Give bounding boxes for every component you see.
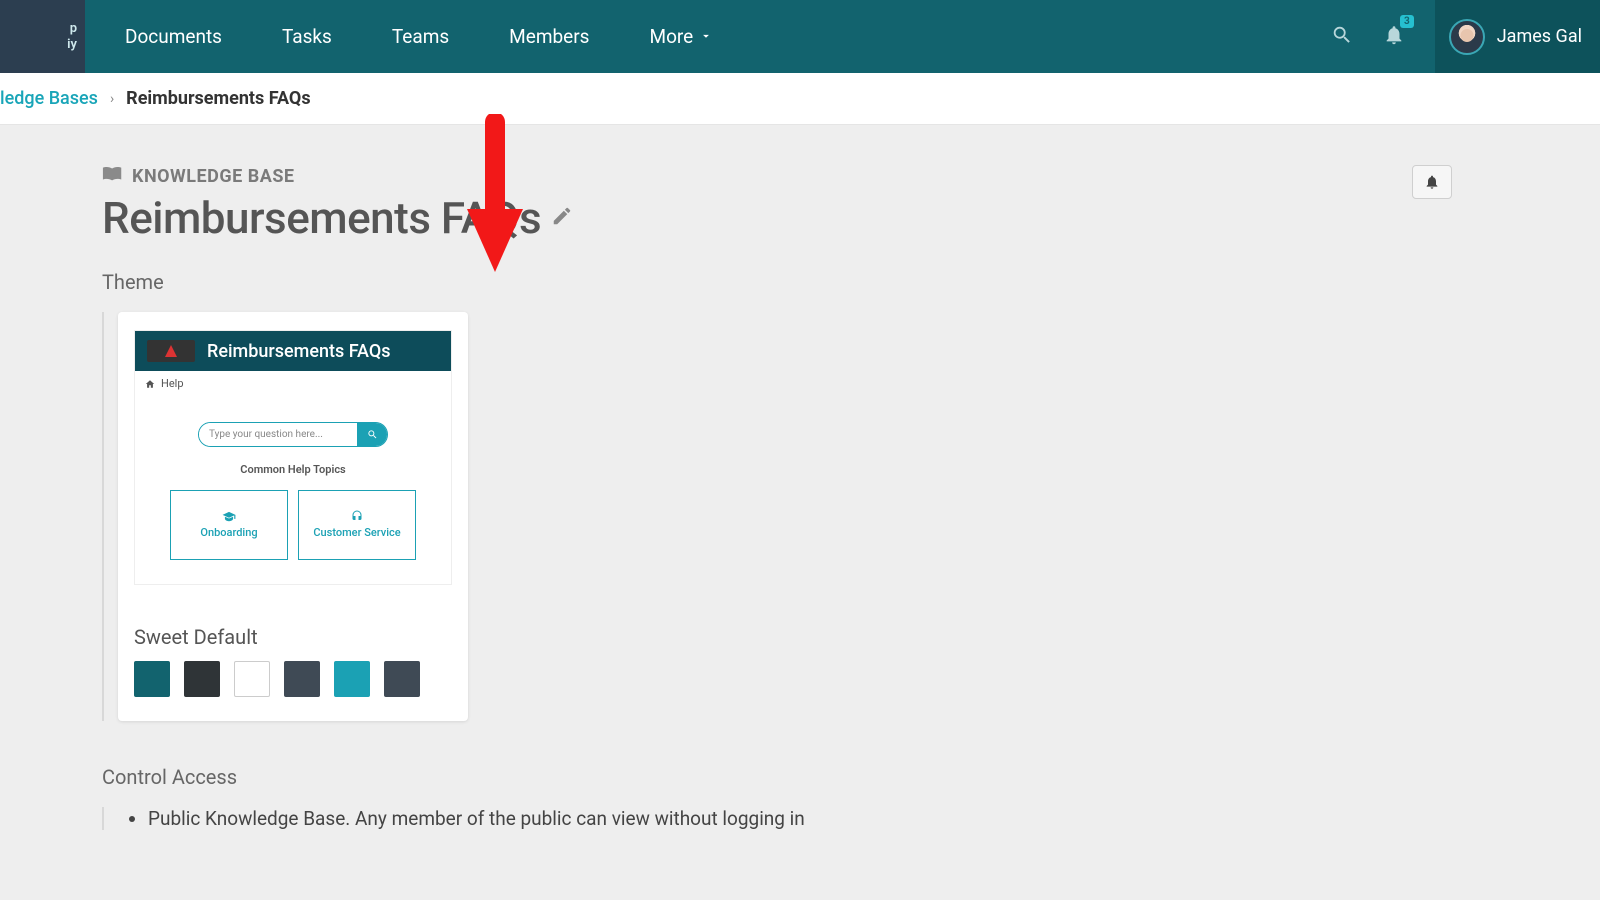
swatch-5: [334, 661, 370, 697]
theme-name: Sweet Default: [134, 625, 452, 649]
preview-common-label: Common Help Topics: [240, 463, 345, 476]
theme-card[interactable]: Reimbursements FAQs Help Type your quest…: [102, 312, 468, 721]
user-name: James Gal: [1497, 26, 1582, 47]
theme-section-label: Theme: [102, 270, 1452, 294]
preview-breadcrumb: Help: [135, 371, 451, 396]
kb-type-label: KNOWLEDGE BASE: [102, 165, 1452, 188]
preview-topic-customer-service: Customer Service: [298, 490, 416, 560]
access-item-public: Public Knowledge Base. Any member of the…: [148, 807, 1452, 830]
top-nav: p iy Documents Tasks Teams Members More …: [0, 0, 1600, 73]
logo-text-line2: iy: [67, 37, 77, 53]
swatch-3: [234, 661, 270, 697]
edit-title-button[interactable]: [551, 205, 573, 231]
bell-icon: [1383, 31, 1405, 50]
nav-right: 3 James Gal: [1331, 0, 1600, 73]
logo-text-line1: p: [70, 21, 77, 37]
nav-members[interactable]: Members: [509, 25, 589, 48]
swatch-6: [384, 661, 420, 697]
graduation-cap-icon: [222, 510, 236, 522]
preview-logo: [147, 340, 195, 362]
preview-search: Type your question here...: [198, 422, 388, 447]
search-icon: [367, 429, 378, 440]
nav-documents[interactable]: Documents: [125, 25, 222, 48]
home-icon: [145, 379, 155, 389]
search-icon[interactable]: [1331, 24, 1353, 50]
breadcrumb: ledge Bases › Reimbursements FAQs: [0, 73, 1600, 125]
nav-more[interactable]: More: [649, 25, 713, 48]
bell-icon: [1424, 174, 1440, 190]
content: KNOWLEDGE BASE Reimbursements FAQs Theme…: [0, 125, 1600, 830]
nav-tasks[interactable]: Tasks: [282, 25, 332, 48]
access-section-label: Control Access: [102, 765, 1452, 789]
preview-search-button: [357, 423, 387, 446]
user-menu[interactable]: James Gal: [1435, 0, 1600, 73]
swatch-2: [184, 661, 220, 697]
access-options: Public Knowledge Base. Any member of the…: [102, 807, 1452, 830]
headset-icon: [350, 510, 364, 522]
notification-count: 3: [1400, 15, 1414, 28]
preview-search-placeholder: Type your question here...: [199, 423, 357, 446]
theme-preview: Reimbursements FAQs Help Type your quest…: [134, 330, 452, 585]
page-title: Reimbursements FAQs: [102, 192, 541, 244]
breadcrumb-current: Reimbursements FAQs: [126, 88, 310, 109]
preview-title: Reimbursements FAQs: [207, 341, 391, 362]
notifications-button[interactable]: 3: [1383, 24, 1405, 50]
chevron-right-icon: ›: [110, 91, 114, 107]
chevron-down-icon: [699, 25, 713, 48]
swatch-1: [134, 661, 170, 697]
subscribe-button[interactable]: [1412, 165, 1452, 199]
preview-topic-onboarding: Onboarding: [170, 490, 288, 560]
main-menu: Documents Tasks Teams Members More: [125, 25, 713, 48]
app-logo[interactable]: p iy: [0, 0, 85, 73]
avatar: [1449, 19, 1485, 55]
nav-teams[interactable]: Teams: [392, 25, 449, 48]
book-icon: [102, 165, 124, 188]
theme-swatches: [134, 661, 452, 697]
breadcrumb-parent[interactable]: ledge Bases: [0, 88, 98, 109]
swatch-4: [284, 661, 320, 697]
